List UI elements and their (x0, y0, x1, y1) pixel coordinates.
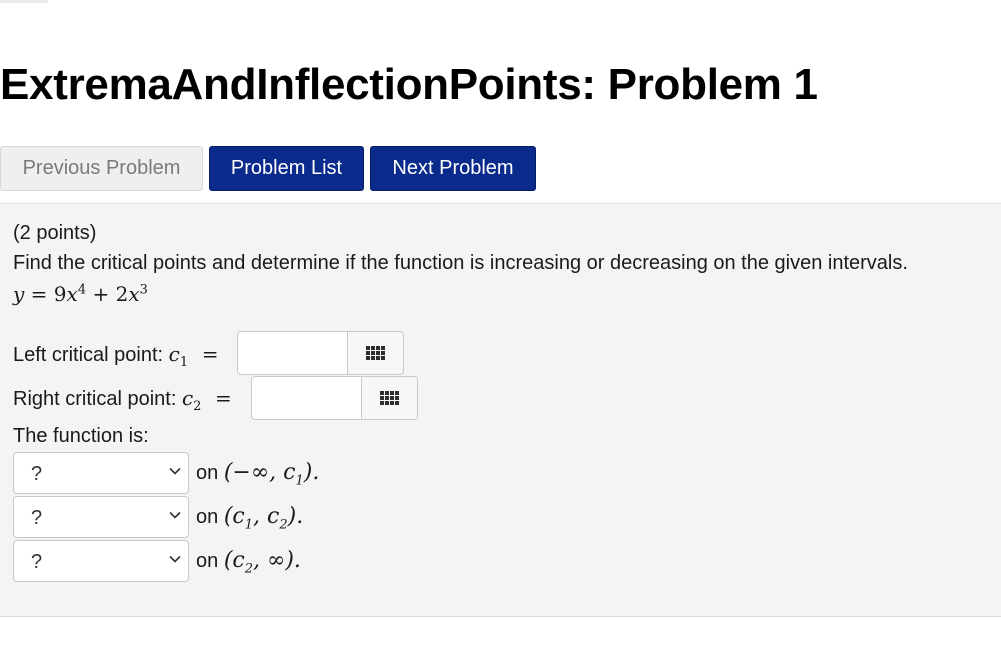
interval-3-math: (c2, ∞). (223, 548, 301, 577)
equals-sign: = (201, 342, 219, 366)
equals-sign: = (30, 282, 48, 306)
grid-icon (366, 346, 385, 360)
c-subscript: 2 (193, 399, 202, 414)
variable-2: x (128, 282, 140, 306)
left-critical-input[interactable] (237, 331, 349, 375)
function-is-label: The function is: (13, 425, 149, 447)
problem-list-button[interactable]: Problem List (209, 146, 364, 191)
right-critical-label: Right critical point: (13, 388, 177, 410)
grid-icon (380, 391, 399, 405)
coefficient-1: 9 (53, 282, 67, 306)
top-tab-edge (0, 0, 48, 3)
previous-problem-button[interactable]: Previous Problem (0, 146, 203, 191)
exponent-2: 3 (139, 282, 148, 298)
problem-instructions: Find the critical points and determine i… (13, 252, 908, 274)
interval-2-description: on (c1, c2). (196, 504, 303, 532)
interval-3-select[interactable]: ? (13, 540, 189, 582)
function-lhs: y (13, 282, 25, 306)
next-problem-button[interactable]: Next Problem (370, 146, 536, 191)
select-value: ? (31, 551, 43, 573)
equals-sign: = (215, 386, 232, 410)
c-subscript: 1 (179, 355, 189, 370)
problem-panel: (2 points) Find the critical points and … (0, 203, 1001, 617)
select-value: ? (31, 507, 43, 529)
coefficient-2: 2 (115, 282, 129, 306)
right-critical-row: Right critical point: c2 = (13, 386, 232, 414)
c-symbol: c (168, 342, 180, 366)
interval-1-select[interactable]: ? (13, 452, 189, 494)
interval-1-math: (−∞, c1). (223, 460, 320, 489)
left-equation-palette-button[interactable] (347, 331, 404, 375)
exponent-1: 4 (77, 282, 87, 298)
right-critical-variable: c2 (181, 386, 201, 414)
on-label: on (196, 506, 219, 528)
interval-3-description: on (c2, ∞). (196, 548, 301, 576)
variable-1: x (66, 282, 78, 306)
select-value: ? (31, 463, 43, 485)
chevron-down-icon (169, 511, 181, 519)
points-label: (2 points) (13, 222, 97, 244)
interval-1-description: on (−∞, c1). (196, 460, 319, 488)
on-label: on (196, 462, 219, 484)
right-equation-palette-button[interactable] (361, 376, 418, 420)
interval-2-select[interactable]: ? (13, 496, 189, 538)
c-symbol: c (181, 386, 194, 410)
chevron-down-icon (169, 555, 181, 563)
function-equation: y = 9x4 + 2x3 (13, 282, 148, 306)
left-critical-variable: c1 (168, 342, 188, 370)
left-critical-row: Left critical point: c1 = (13, 342, 218, 370)
on-label: on (196, 550, 219, 572)
interval-2-math: (c1, c2). (223, 504, 304, 533)
right-critical-input[interactable] (251, 376, 363, 420)
plus-sign: + (92, 282, 110, 306)
chevron-down-icon (169, 467, 181, 475)
page-title: ExtremaAndInflectionPoints: Problem 1 (0, 60, 818, 109)
left-critical-label: Left critical point: (13, 344, 164, 366)
